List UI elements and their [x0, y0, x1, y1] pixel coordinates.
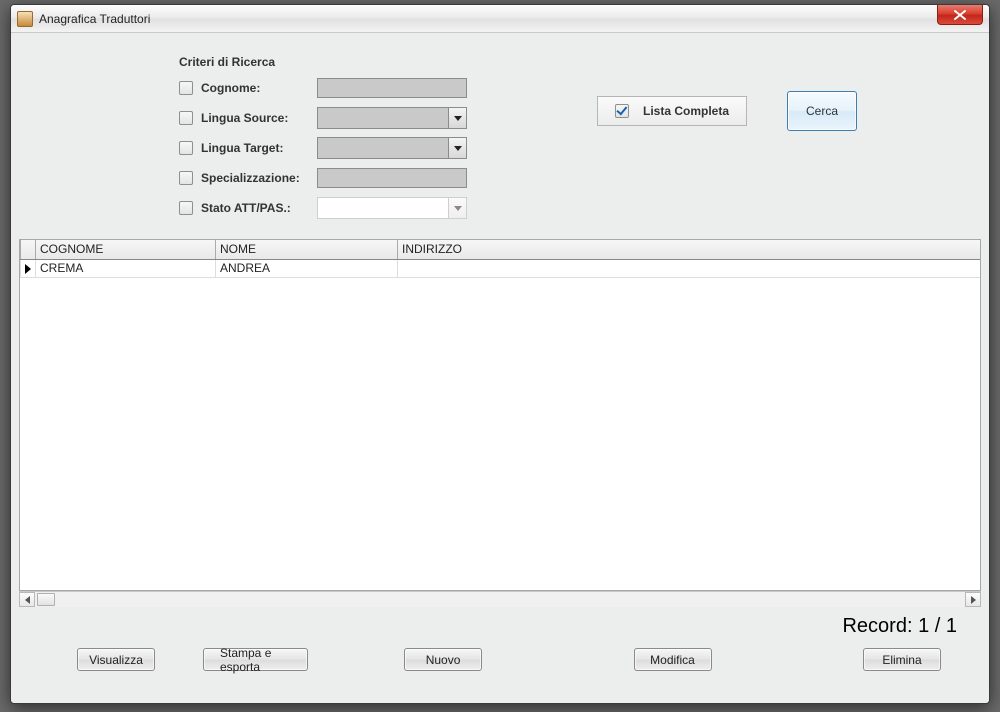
stato-checkbox[interactable] [179, 201, 193, 215]
cerca-button[interactable]: Cerca [787, 91, 857, 131]
lingua-target-checkbox[interactable] [179, 141, 193, 155]
close-button[interactable] [937, 5, 983, 25]
grid-header-cognome[interactable]: COGNOME [36, 240, 216, 259]
cell-cognome[interactable]: CREMA [36, 260, 216, 277]
lingua-target-label: Lingua Target: [201, 141, 317, 155]
lingua-source-combo[interactable] [317, 107, 467, 129]
grid-header: COGNOME NOME INDIRIZZO [20, 240, 980, 260]
lingua-source-label: Lingua Source: [201, 111, 317, 125]
window-buttons [937, 5, 989, 25]
cognome-input[interactable] [317, 78, 467, 98]
lista-completa-box[interactable]: Lista Completa [597, 96, 747, 126]
criteria-right-panel: Lista Completa Cerca [597, 91, 857, 131]
criteria-row-specializzazione: Specializzazione: [179, 163, 955, 193]
search-criteria-group: Criteri di Ricerca Cognome: Lingua Sourc… [167, 45, 967, 231]
chevron-down-icon [448, 108, 466, 128]
row-indicator-icon [20, 260, 36, 277]
close-icon [954, 10, 966, 20]
lista-completa-checkbox[interactable] [615, 104, 629, 118]
visualizza-button[interactable]: Visualizza [77, 648, 155, 671]
criteria-title: Criteri di Ricerca [179, 55, 955, 69]
titlebar: Anagrafica Traduttori [11, 5, 989, 33]
grid-header-indirizzo[interactable]: INDIRIZZO [398, 240, 980, 259]
cell-indirizzo[interactable] [398, 260, 980, 277]
grid-header-nome[interactable]: NOME [216, 240, 398, 259]
window-title: Anagrafica Traduttori [39, 12, 150, 26]
lingua-source-checkbox[interactable] [179, 111, 193, 125]
scroll-right-button[interactable] [965, 592, 981, 607]
chevron-down-icon [448, 198, 466, 218]
stampa-esporta-button[interactable]: Stampa e esporta [203, 648, 308, 671]
client-area: Criteri di Ricerca Cognome: Lingua Sourc… [11, 33, 989, 703]
bottom-toolbar: Visualizza Stampa e esporta Nuovo Modifi… [19, 642, 981, 681]
cell-nome[interactable]: ANDREA [216, 260, 398, 277]
elimina-button[interactable]: Elimina [863, 648, 941, 671]
cerca-button-label: Cerca [806, 104, 838, 118]
specializzazione-label: Specializzazione: [201, 171, 317, 185]
stato-label: Stato ATT/PAS.: [201, 201, 317, 215]
horizontal-scrollbar[interactable] [19, 591, 981, 607]
grid-body[interactable]: CREMA ANDREA [20, 260, 980, 590]
window: Anagrafica Traduttori Criteri di Ricerca… [10, 4, 990, 704]
cognome-label: Cognome: [201, 81, 317, 95]
app-icon [17, 11, 33, 27]
chevron-down-icon [448, 138, 466, 158]
scroll-left-button[interactable] [19, 592, 35, 607]
nuovo-button[interactable]: Nuovo [404, 648, 482, 671]
specializzazione-checkbox[interactable] [179, 171, 193, 185]
lingua-target-combo[interactable] [317, 137, 467, 159]
grid-header-indicator [20, 240, 36, 259]
table-row[interactable]: CREMA ANDREA [20, 260, 980, 278]
modifica-button[interactable]: Modifica [634, 648, 712, 671]
cognome-checkbox[interactable] [179, 81, 193, 95]
specializzazione-input[interactable] [317, 168, 467, 188]
criteria-row-lingua-target: Lingua Target: [179, 133, 955, 163]
results-grid: COGNOME NOME INDIRIZZO CREMA ANDREA [19, 239, 981, 591]
record-counter: Record: 1 / 1 [19, 607, 981, 642]
stato-combo[interactable] [317, 197, 467, 219]
lista-completa-label: Lista Completa [643, 104, 729, 118]
criteria-row-stato: Stato ATT/PAS.: [179, 193, 955, 223]
scroll-thumb[interactable] [37, 593, 55, 606]
